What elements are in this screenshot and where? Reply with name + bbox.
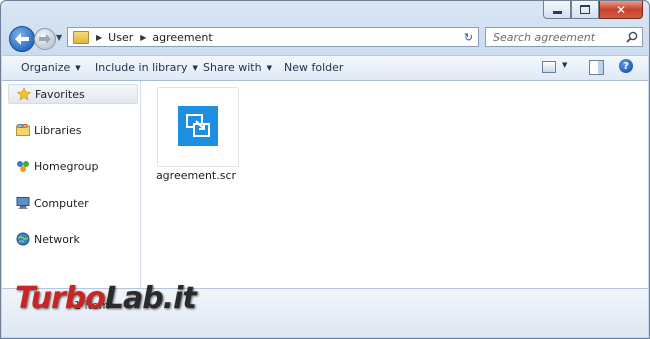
nav-item-homegroup[interactable]: Homegroup [8,156,138,176]
search-box[interactable] [485,27,643,47]
recent-pages-dropdown[interactable]: ▼ [56,33,62,42]
preview-pane-icon[interactable] [589,60,604,75]
include-in-library-button[interactable]: Include in library ▼ [95,61,198,74]
nav-item-label: Libraries [34,123,82,137]
nav-item-label: Computer [34,196,89,210]
file-name-label[interactable]: agreement.scr [141,169,251,182]
breadcrumb-user[interactable]: User [108,31,133,44]
refresh-button[interactable]: ↻ [459,27,479,47]
file-list[interactable]: agreement.scr [141,81,648,288]
help-icon[interactable]: ? [619,59,633,73]
screensaver-file-icon [178,106,218,146]
organize-button[interactable]: Organize ▼ [21,61,81,74]
breadcrumb-separator-icon[interactable]: ▶ [140,33,146,42]
network-icon [16,232,30,246]
address-bar[interactable]: ▶ User ▶ agreement ▼ [67,27,477,47]
organize-label: Organize [21,61,71,74]
new-folder-button[interactable]: New folder [284,61,343,74]
nav-item-label: Homegroup [34,159,99,173]
address-row: ▼ ▶ User ▶ agreement ▼ ↻ [7,26,643,52]
libraries-icon [16,123,30,137]
nav-item-network[interactable]: Network [8,229,138,249]
nav-item-label: Network [34,232,80,246]
watermark-logo: Turbo Lab.it [15,281,197,316]
homegroup-icon [16,159,30,173]
watermark-part2: Lab.it [104,281,197,316]
watermark-part1: Turbo [15,281,106,316]
minimize-button[interactable] [543,1,571,19]
chevron-down-icon: ▼ [75,63,81,72]
include-in-library-label: Include in library [95,61,188,74]
folder-icon [73,30,89,44]
maximize-icon [580,5,590,14]
explorer-window: ✕ ▼ ▶ User ▶ agreement ▼ ↻ Organize ▼ Inc… [0,0,650,339]
close-icon: ✕ [615,2,627,17]
star-icon [17,87,31,101]
back-button[interactable] [9,26,35,52]
search-icon[interactable] [626,31,638,43]
close-button[interactable]: ✕ [599,1,643,19]
navigation-pane[interactable]: Favorites Libraries Homegroup Computer N… [2,81,141,288]
share-with-label: Share with [203,61,262,74]
chevron-down-icon: ▼ [266,63,272,72]
nav-item-label: Favorites [35,87,85,101]
share-with-button[interactable]: Share with ▼ [203,61,272,74]
arrow-right-icon [39,34,51,44]
file-item[interactable] [157,87,239,167]
minimize-icon [552,11,562,14]
nav-item-libraries[interactable]: Libraries [8,120,138,140]
breadcrumb-separator-icon[interactable]: ▶ [96,33,102,42]
command-bar: Organize ▼ Include in library ▼ Share with… [2,55,648,81]
nav-item-computer[interactable]: Computer [8,193,138,213]
chevron-down-icon: ▼ [192,63,198,72]
computer-icon [16,196,30,210]
maximize-button[interactable] [571,1,599,19]
refresh-icon: ↻ [463,30,474,44]
nav-item-favorites[interactable]: Favorites [8,84,138,104]
new-folder-label: New folder [284,61,344,74]
search-input[interactable] [491,29,625,45]
arrow-left-icon [15,33,29,45]
content-area: Favorites Libraries Homegroup Computer N… [2,81,648,288]
view-options-dropdown[interactable]: ▼ [562,61,567,69]
breadcrumb-agreement[interactable]: agreement [152,31,212,44]
caption-buttons: ✕ [543,1,643,19]
change-view-icon[interactable] [542,61,556,73]
forward-button[interactable] [34,28,56,50]
